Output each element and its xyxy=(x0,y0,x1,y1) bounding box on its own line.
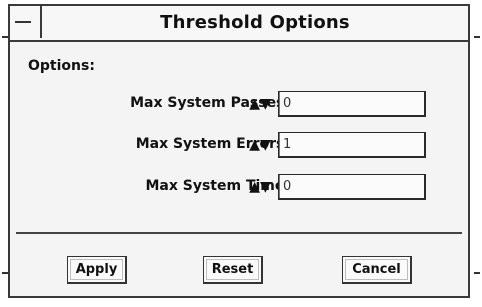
options-heading: Options: xyxy=(28,58,95,74)
max-system-errors-input[interactable]: 1 xyxy=(278,132,426,158)
max-system-passes-input[interactable]: 0 xyxy=(278,91,426,117)
increment-arrow-icon[interactable]: ▲ xyxy=(249,134,260,156)
cancel-button[interactable]: Cancel xyxy=(342,256,412,284)
max-system-time-input[interactable]: 0 xyxy=(278,174,426,200)
resize-handle-left-top[interactable] xyxy=(2,36,8,38)
reset-button[interactable]: Reset xyxy=(203,256,263,284)
window-title: Threshold Options xyxy=(160,12,350,33)
max-system-time-spinner[interactable]: ▲ ▼ xyxy=(242,176,278,198)
separator-line xyxy=(16,232,462,234)
decrement-arrow-icon[interactable]: ▼ xyxy=(260,176,271,198)
max-system-errors-spinner[interactable]: ▲ ▼ xyxy=(242,134,278,156)
increment-arrow-icon[interactable]: ▲ xyxy=(249,93,260,115)
apply-button-label: Apply xyxy=(75,262,118,277)
max-system-passes-row: Max System Passes: ▲ ▼ 0 xyxy=(10,89,472,119)
resize-handle-left-bottom[interactable] xyxy=(2,272,8,274)
increment-arrow-icon[interactable]: ▲ xyxy=(249,176,260,198)
resize-handle-right-top[interactable] xyxy=(474,36,480,38)
resize-handle-right-bottom[interactable] xyxy=(474,272,480,274)
decrement-arrow-icon[interactable]: ▼ xyxy=(260,93,271,115)
max-system-errors-row: Max System Errors: ▲ ▼ 1 xyxy=(10,130,472,160)
title-bar: Threshold Options xyxy=(10,6,468,42)
threshold-options-window: Threshold Options Options: Max System Pa… xyxy=(8,4,470,298)
cancel-button-label: Cancel xyxy=(352,262,401,277)
reset-button-label: Reset xyxy=(211,262,254,277)
max-system-passes-spinner[interactable]: ▲ ▼ xyxy=(242,93,278,115)
max-system-time-row: Max System Time: ▲ ▼ 0 xyxy=(10,172,472,202)
decrement-arrow-icon[interactable]: ▼ xyxy=(260,134,271,156)
apply-button[interactable]: Apply xyxy=(67,256,127,284)
window-menu-icon xyxy=(15,21,31,23)
window-menu-button[interactable] xyxy=(10,6,42,38)
